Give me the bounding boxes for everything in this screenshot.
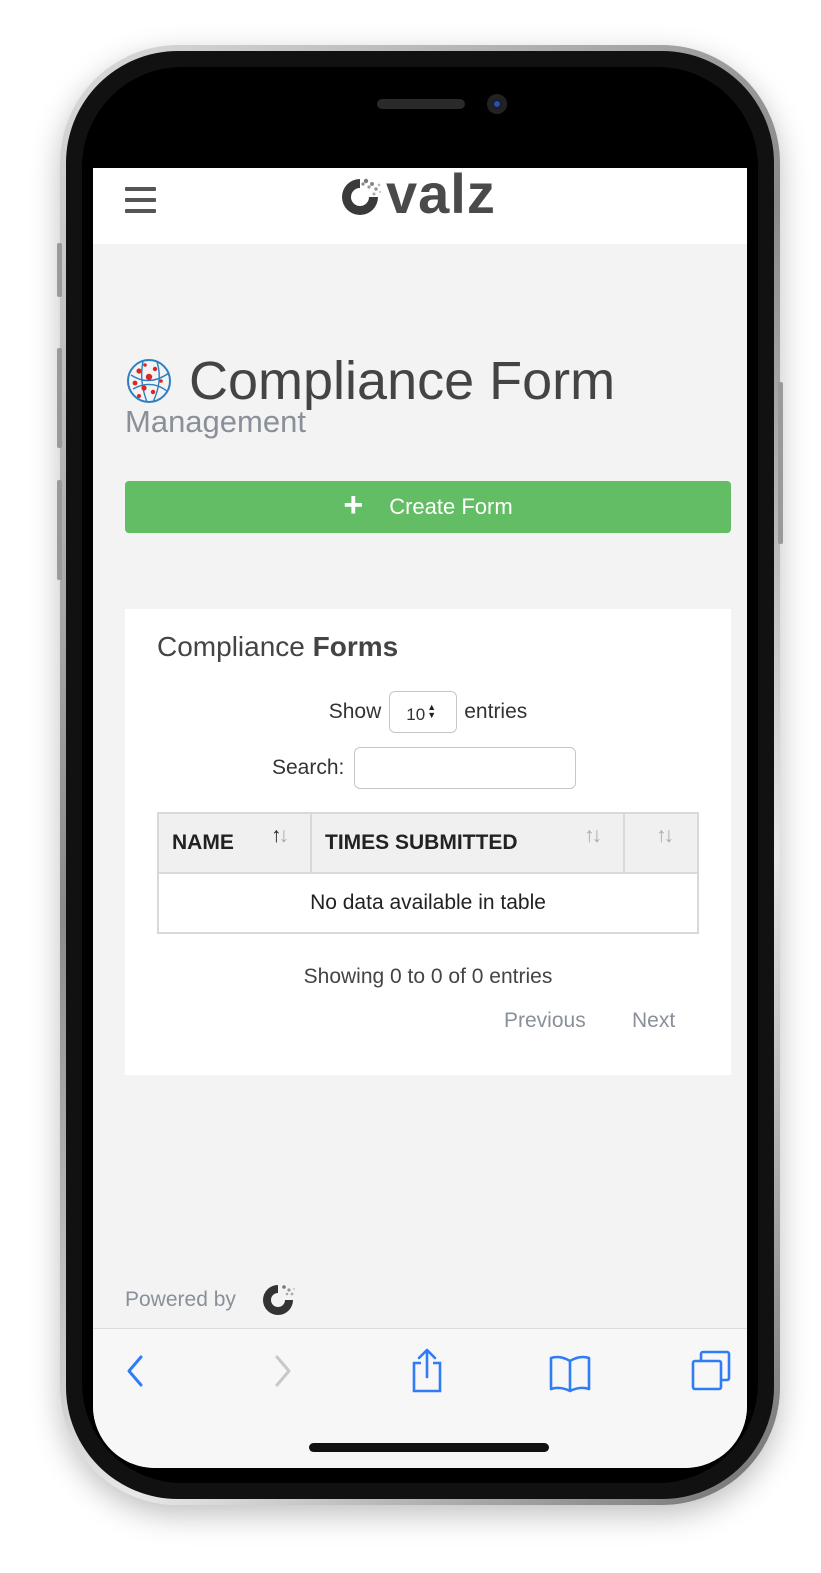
create-form-button[interactable]: + Create Form: [125, 481, 731, 533]
home-indicator[interactable]: [309, 1443, 549, 1452]
ovalz-logo[interactable]: valz: [336, 168, 496, 226]
front-camera: [487, 94, 507, 114]
show-label: Show: [328, 700, 382, 723]
card-title: Compliance Forms: [157, 631, 398, 663]
ovalz-logo-mark-icon: [342, 178, 382, 215]
previous-page-button[interactable]: Previous: [504, 1009, 586, 1033]
search-label: Search:: [272, 756, 345, 779]
top-navbar: valz: [93, 168, 747, 244]
page-subtitle: Management: [125, 404, 306, 439]
mute-switch: [57, 243, 62, 297]
forward-icon[interactable]: [271, 1351, 295, 1391]
tabs-icon[interactable]: [689, 1349, 733, 1393]
entries-per-page-select[interactable]: 10 ▲ ▼: [389, 691, 458, 733]
entries-length-control: Show 10 ▲ ▼ entries: [125, 691, 731, 733]
search-input[interactable]: [354, 747, 577, 789]
table-search: Search:: [272, 747, 577, 789]
column-header-name[interactable]: NAME ↑↓: [159, 814, 312, 872]
power-button: [778, 382, 783, 544]
powered-by-footer: Powered by: [125, 1280, 298, 1320]
sort-ascending-icon: ↑↓: [271, 824, 289, 847]
share-icon[interactable]: [409, 1347, 445, 1393]
select-arrows-icon: ▲ ▼: [427, 702, 437, 720]
plus-icon: +: [343, 486, 364, 524]
compliance-forms-card: Compliance Forms Show 10 ▲ ▼ entries Sear…: [125, 609, 731, 1075]
sort-icon: ↑↓: [584, 824, 602, 847]
back-icon[interactable]: [123, 1351, 147, 1391]
column-header-times-submitted-label: TIMES SUBMITTED: [325, 831, 518, 854]
column-header-times-submitted[interactable]: TIMES SUBMITTED ↑↓: [312, 814, 625, 872]
logo-text: valz: [386, 168, 496, 225]
safari-toolbar: [93, 1328, 747, 1468]
empty-table-row: No data available in table: [310, 891, 546, 914]
bookmarks-icon[interactable]: [548, 1353, 592, 1393]
page-title: Compliance Form: [189, 351, 616, 412]
earpiece-speaker: [377, 99, 465, 109]
powered-by-label: Powered by: [125, 1288, 236, 1311]
hamburger-menu-icon[interactable]: [125, 187, 156, 213]
next-page-button[interactable]: Next: [632, 1009, 675, 1033]
compliance-forms-table: NAME ↑↓ TIMES SUBMITTED ↑↓ ↑↓ No data av…: [157, 812, 699, 934]
column-header-actions[interactable]: ↑↓: [625, 814, 697, 872]
entries-label: entries: [464, 700, 528, 723]
ovalz-small-logo-icon: [262, 1285, 296, 1315]
network-globe-icon: [127, 359, 171, 404]
volume-up-button: [57, 348, 62, 448]
entries-per-page-value: 10: [406, 705, 426, 724]
sort-icon: ↑↓: [656, 824, 674, 847]
column-header-name-label: NAME: [172, 831, 234, 854]
create-form-label: Create Form: [389, 494, 513, 519]
screen: valz Compliance Form Management + Create…: [93, 168, 747, 1468]
card-title-light: Compliance: [157, 631, 313, 662]
table-info: Showing 0 to 0 of 0 entries: [303, 965, 553, 988]
card-title-bold: Forms: [312, 631, 399, 662]
volume-down-button: [57, 480, 62, 580]
table-header-row: NAME ↑↓ TIMES SUBMITTED ↑↓ ↑↓: [159, 814, 697, 874]
